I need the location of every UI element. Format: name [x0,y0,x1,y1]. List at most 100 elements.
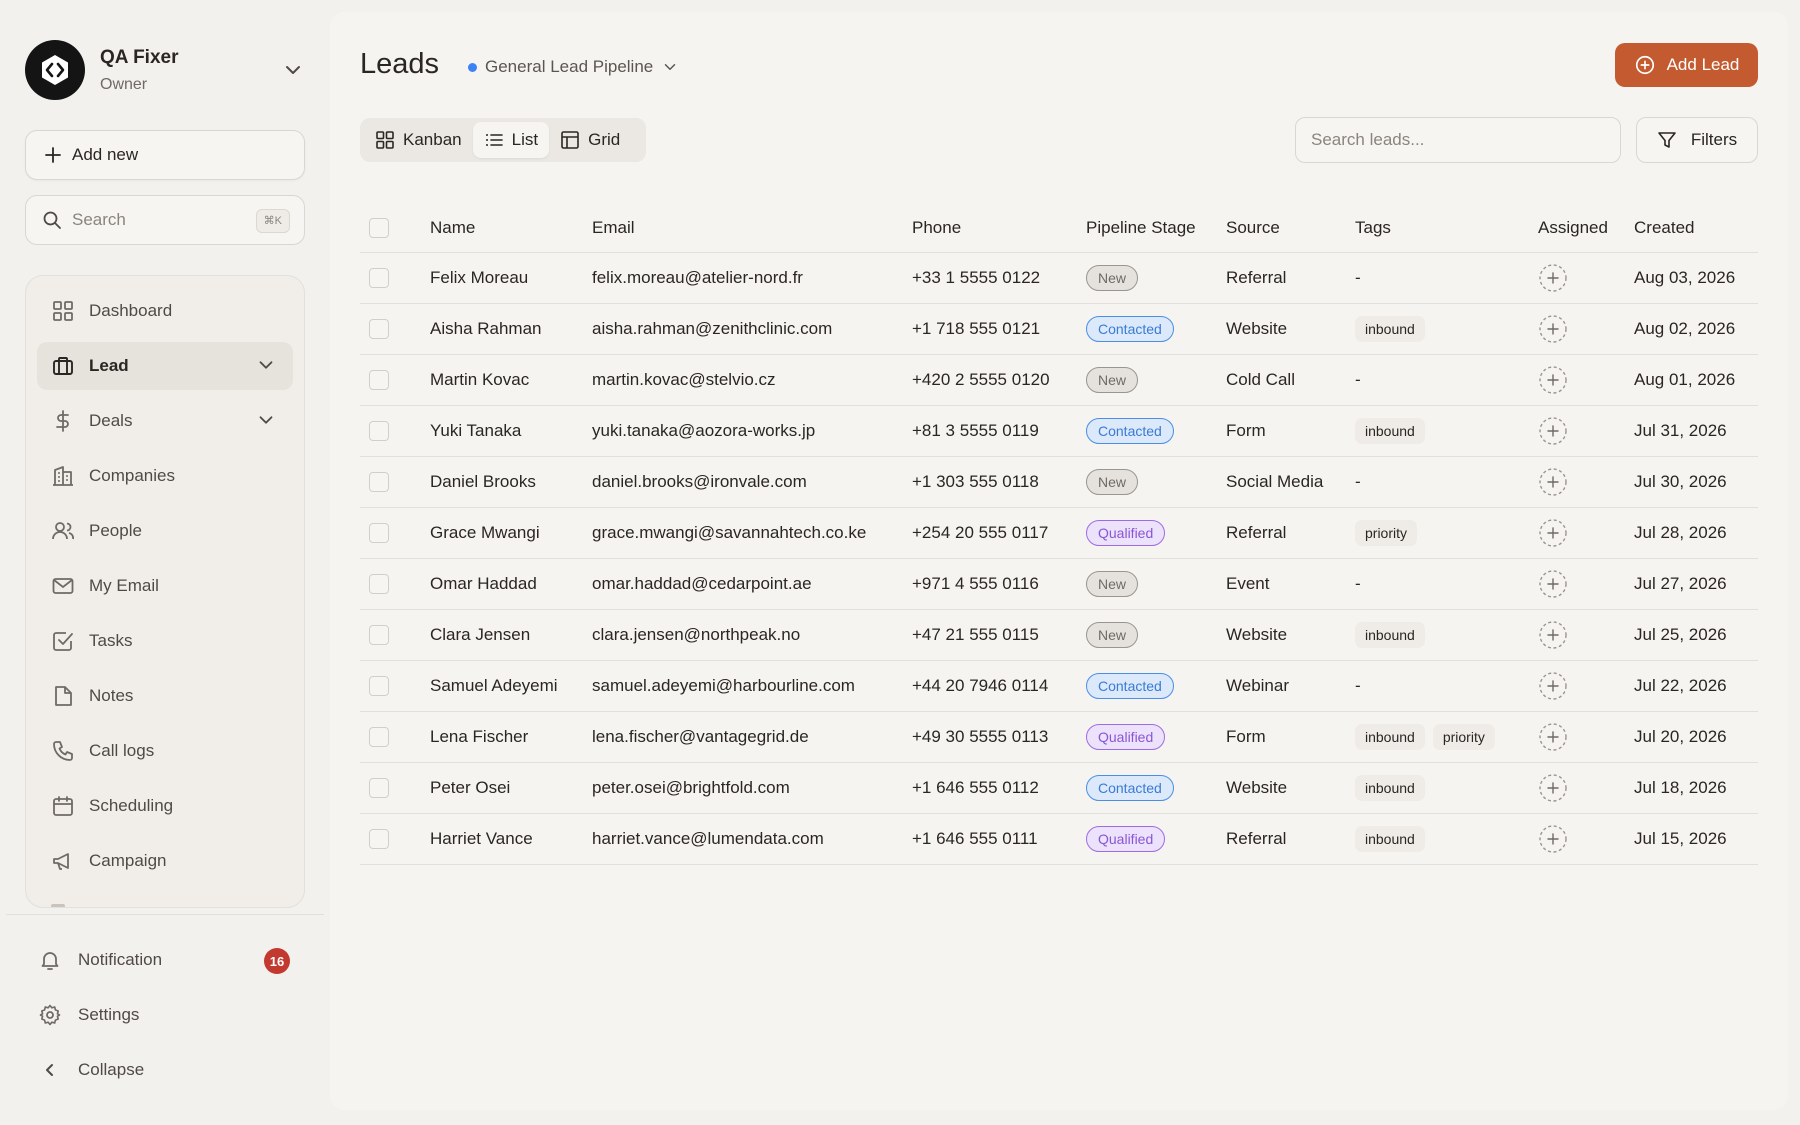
phone-icon [53,741,73,761]
row-checkbox[interactable] [369,268,389,288]
lead-phone: +49 30 5555 0113 [912,727,1049,746]
lead-name[interactable]: Martin Kovac [430,355,529,405]
row-checkbox[interactable] [369,625,389,645]
chevron-left-icon [46,1064,53,1076]
column-header-tags[interactable]: Tags [1355,203,1391,252]
pipeline-selector[interactable]: General Lead Pipeline [468,54,679,80]
pipeline-stage-badge: New [1086,265,1139,291]
sidebar-item-call-logs[interactable]: Call logs [37,727,293,775]
table-row[interactable]: Clara Jensen clara.jensen@northpeak.no +… [360,610,1758,661]
table-row[interactable]: Lena Fischer lena.fischer@vantagegrid.de… [360,712,1758,763]
column-header-email[interactable]: Email [592,203,635,252]
add-new-button[interactable]: Add new [25,130,305,180]
lead-tags: - [1355,457,1361,507]
sidebar-item-label: Dashboard [89,301,173,320]
lead-name[interactable]: Grace Mwangi [430,508,540,558]
table-row[interactable]: Peter Osei peter.osei@brightfold.com +1 … [360,763,1758,814]
lead-name[interactable]: Harriet Vance [430,814,533,864]
pipeline-label: General Lead Pipeline [485,57,654,76]
assign-user-icon[interactable] [1538,620,1568,650]
assign-user-icon[interactable] [1538,518,1568,548]
lead-name[interactable]: Peter Osei [430,763,510,813]
lead-phone: +1 646 555 0112 [912,778,1039,797]
filters-button[interactable]: Filters [1636,117,1758,163]
assign-user-icon[interactable] [1538,416,1568,446]
search-icon [43,211,61,229]
column-header-name[interactable]: Name [430,203,475,252]
view-grid-button[interactable]: Grid [549,122,631,158]
sidebar-item-my-email[interactable]: My Email [37,562,293,610]
sidebar-item-deals[interactable]: Deals [37,397,293,445]
dashboard-icon [53,301,73,321]
pipeline-stage-badge: Contacted [1086,775,1174,801]
column-header-assigned[interactable]: Assigned [1538,203,1608,252]
lead-name[interactable]: Lena Fischer [430,712,528,762]
column-header-pipeline-stage[interactable]: Pipeline Stage [1086,203,1196,252]
assign-user-icon[interactable] [1538,314,1568,344]
table-row[interactable]: Yuki Tanaka yuki.tanaka@aozora-works.jp … [360,406,1758,457]
sidebar-item-companies[interactable]: Companies [37,452,293,500]
assign-user-icon[interactable] [1538,467,1568,497]
lead-phone: +47 21 555 0115 [912,625,1039,644]
view-kanban-button[interactable]: Kanban [364,122,473,158]
notification-button[interactable]: Notification 16 [38,940,298,980]
table-row[interactable]: Grace Mwangi grace.mwangi@savannahtech.c… [360,508,1758,559]
sidebar-item-label: Deals [89,411,133,430]
lead-name[interactable]: Omar Haddad [430,559,537,609]
lead-name[interactable]: Yuki Tanaka [430,406,521,456]
lead-source: Referral [1226,829,1287,848]
table-row[interactable]: Aisha Rahman aisha.rahman@zenithclinic.c… [360,304,1758,355]
row-checkbox[interactable] [369,727,389,747]
row-checkbox[interactable] [369,778,389,798]
lead-name[interactable]: Clara Jensen [430,610,530,660]
lead-created-date: Jul 22, 2026 [1634,676,1727,695]
sidebar-item-scheduling[interactable]: Scheduling [37,782,293,830]
sidebar-item-campaign[interactable]: Campaign [37,837,293,885]
lead-name[interactable]: Daniel Brooks [430,457,536,507]
assign-user-icon[interactable] [1538,824,1568,854]
assign-user-icon[interactable] [1538,722,1568,752]
sidebar-item-tasks[interactable]: Tasks [37,617,293,665]
sidebar-search[interactable]: Search ⌘K [25,195,305,245]
lead-created-date: Aug 02, 2026 [1634,319,1736,338]
column-header-source[interactable]: Source [1226,203,1280,252]
table-row[interactable]: Felix Moreau felix.moreau@atelier-nord.f… [360,253,1758,304]
row-checkbox[interactable] [369,523,389,543]
lead-name[interactable]: Samuel Adeyemi [430,661,558,711]
table-row[interactable]: Samuel Adeyemi samuel.adeyemi@harbourlin… [360,661,1758,712]
row-checkbox[interactable] [369,829,389,849]
assign-user-icon[interactable] [1538,263,1568,293]
row-checkbox[interactable] [369,574,389,594]
column-header-created[interactable]: Created [1634,203,1694,252]
sidebar-item-people[interactable]: People [37,507,293,555]
assign-user-icon[interactable] [1538,569,1568,599]
table-row[interactable]: Omar Haddad omar.haddad@cedarpoint.ae +9… [360,559,1758,610]
settings-button[interactable]: Settings [38,995,298,1035]
assign-user-icon[interactable] [1538,365,1568,395]
lead-email: omar.haddad@cedarpoint.ae [592,574,812,593]
table-row[interactable]: Harriet Vance harriet.vance@lumendata.co… [360,814,1758,865]
row-checkbox[interactable] [369,472,389,492]
row-checkbox[interactable] [369,421,389,441]
row-checkbox[interactable] [369,319,389,339]
lead-name[interactable]: Aisha Rahman [430,304,542,354]
table-row[interactable]: Daniel Brooks daniel.brooks@ironvale.com… [360,457,1758,508]
workspace-switcher[interactable]: QA Fixer Owner [25,39,305,101]
table-row[interactable]: Martin Kovac martin.kovac@stelvio.cz +42… [360,355,1758,406]
add-lead-button[interactable]: Add Lead [1615,43,1758,87]
search-leads-input[interactable] [1295,117,1621,163]
column-header-phone[interactable]: Phone [912,203,961,252]
lead-name[interactable]: Felix Moreau [430,253,528,303]
row-checkbox[interactable] [369,370,389,390]
row-checkbox[interactable] [369,676,389,696]
assign-user-icon[interactable] [1538,773,1568,803]
sidebar-item-notes[interactable]: Notes [37,672,293,720]
assign-user-icon[interactable] [1538,671,1568,701]
view-list-button[interactable]: List [472,122,550,158]
chevron-down-icon[interactable] [281,58,305,82]
sidebar-item-lead[interactable]: Lead [37,342,293,390]
collapse-button[interactable]: Collapse [38,1050,298,1090]
select-all-checkbox[interactable] [369,217,389,238]
plus-icon [45,147,61,163]
sidebar-item-dashboard[interactable]: Dashboard [37,287,293,335]
